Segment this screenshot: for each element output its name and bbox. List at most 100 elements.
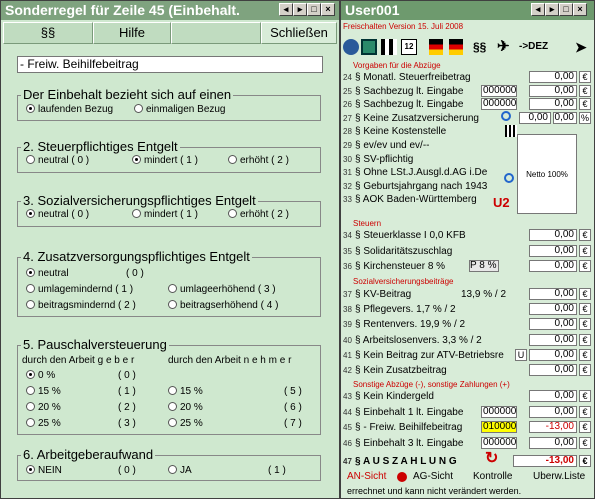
- radio-mindert[interactable]: mindert ( 1 ): [132, 155, 198, 166]
- opt-label: umlageerhöhend: [180, 284, 256, 295]
- group-title: 3. Sozialversicherungspflichtiges Entgel…: [21, 193, 258, 208]
- radio-icon: [168, 465, 177, 474]
- opt-label: 15 %: [38, 386, 61, 397]
- opt-label: NEIN: [38, 465, 62, 476]
- name-field[interactable]: - Freiw. Beihilfebeitrag: [17, 56, 323, 73]
- row-code[interactable]: 010000: [481, 421, 517, 433]
- radio-neutral[interactable]: neutral ( 0 ): [26, 209, 89, 220]
- radio-erhoeht[interactable]: erhöht ( 2 ): [228, 155, 289, 166]
- grid-icon[interactable]: [505, 125, 517, 137]
- eagle-icon[interactable]: ✈: [497, 37, 510, 57]
- opt-label: 25 %: [180, 418, 203, 429]
- dialog-title: Sonderregel für Zeile 45 (Einbehalt.: [5, 2, 240, 18]
- data-row: 27 § Keine Zusatzversicherung 0,00 0,00%: [343, 111, 593, 125]
- radio-neutral[interactable]: neutral: [26, 268, 69, 279]
- radio-an-2[interactable]: 20 %: [168, 402, 203, 413]
- min-icon[interactable]: ◂: [279, 3, 293, 16]
- refresh-icon[interactable]: ↻: [485, 451, 498, 467]
- radio-an-1[interactable]: 15 %: [168, 386, 203, 397]
- radio-nein[interactable]: NEIN: [26, 465, 62, 476]
- status-text: errechnet und kann nicht verändert werde…: [347, 486, 522, 496]
- row-code[interactable]: 000000: [481, 436, 517, 449]
- radio-ag-2[interactable]: 20 %: [26, 402, 61, 413]
- row-label: § Steuerklasse I 0,0 KFB: [355, 230, 466, 241]
- help-button[interactable]: Hilfe: [93, 22, 171, 44]
- row-label: § Arbeitslosenvers. 3,3 % / 2: [355, 334, 482, 346]
- radio-ja[interactable]: JA: [168, 465, 192, 476]
- an-sicht-button[interactable]: AN-Sicht: [347, 471, 386, 482]
- u-flag[interactable]: U: [515, 348, 527, 361]
- row-value: 0,00: [529, 364, 577, 376]
- currency-label: €: [579, 405, 591, 418]
- group-title: 4. Zusatzversorgungspflichtiges Entgelt: [21, 249, 252, 264]
- ag-sicht-button[interactable]: AG-Sicht: [413, 471, 453, 482]
- opt-label: mindert: [144, 155, 178, 166]
- kirchensteuer-tag[interactable]: P 8 %: [469, 260, 499, 272]
- radio-ag-1[interactable]: 15 %: [26, 386, 61, 397]
- row-number: 34: [343, 231, 352, 240]
- radio-laufend[interactable]: laufenden Bezug: [26, 104, 113, 115]
- radio-umlageerhoehend[interactable]: umlageerhöhend ( 3 ): [168, 284, 276, 295]
- row-code[interactable]: 000000: [481, 405, 517, 418]
- row-number: 41: [343, 350, 352, 360]
- radio-ag-3[interactable]: 25 %: [26, 418, 61, 429]
- globe-icon[interactable]: [343, 39, 359, 55]
- row-value: 0,00: [529, 229, 577, 241]
- row-label: § Einbehalt 3 lt. Eingabe: [355, 437, 464, 449]
- calc-icon[interactable]: [361, 39, 377, 55]
- radio-mindert[interactable]: mindert ( 1 ): [132, 209, 198, 220]
- close-icon[interactable]: ×: [573, 3, 587, 16]
- row-label: § Einbehalt 1 lt. Eingabe: [355, 406, 464, 418]
- radio-beitragserhoehend[interactable]: beitragserhöhend ( 4 ): [168, 300, 278, 311]
- opt-value: ( 6 ): [284, 402, 302, 413]
- max-icon[interactable]: ▸: [293, 3, 307, 16]
- menu-spacer: [171, 22, 261, 44]
- radio-ag-0[interactable]: 0 %: [26, 370, 55, 381]
- opt-value: ( 2 ): [118, 300, 136, 311]
- section-icon[interactable]: §§: [473, 37, 486, 57]
- search-icon[interactable]: [501, 111, 511, 121]
- opt-value: ( 1 ): [180, 209, 198, 220]
- max-icon[interactable]: ▸: [545, 3, 559, 16]
- opt-value: ( 0 ): [118, 465, 136, 476]
- opt-value: ( 0 ): [126, 268, 144, 279]
- radio-erhoeht[interactable]: erhöht ( 2 ): [228, 209, 289, 220]
- row-label: § - Freiw. Beihilfebeitrag: [355, 422, 463, 433]
- flag-de-icon[interactable]: [449, 39, 463, 55]
- min-icon[interactable]: ◂: [531, 3, 545, 16]
- radio-umlagemindernd[interactable]: umlagemindernd ( 1 ): [26, 284, 133, 295]
- opt-label: JA: [180, 465, 192, 476]
- restore-icon[interactable]: □: [307, 3, 321, 16]
- restore-icon[interactable]: □: [559, 3, 573, 16]
- grid-icon[interactable]: [381, 39, 397, 55]
- radio-einmalig[interactable]: einmaligen Bezug: [134, 104, 226, 115]
- row-value: 0,00: [529, 288, 577, 300]
- currency-label: €: [579, 390, 591, 402]
- radio-icon: [228, 209, 237, 218]
- opt-label: laufenden Bezug: [38, 104, 114, 115]
- kontrolle-button[interactable]: Kontrolle: [473, 471, 512, 482]
- radio-neutral[interactable]: neutral ( 0 ): [26, 155, 89, 166]
- calendar-icon[interactable]: 12: [401, 39, 417, 55]
- opt-value: ( 1 ): [118, 386, 136, 397]
- section-button[interactable]: §§: [3, 22, 93, 44]
- section-steuern: Steuern: [353, 219, 382, 228]
- currency-label: €: [579, 364, 591, 376]
- search-icon[interactable]: [504, 173, 514, 183]
- payroll-title: User001: [345, 2, 400, 18]
- arrow-right-icon[interactable]: ➤: [575, 37, 587, 57]
- radio-an-3[interactable]: 25 %: [168, 418, 203, 429]
- record-icon[interactable]: [397, 472, 407, 482]
- flag-de-icon[interactable]: [429, 39, 443, 55]
- row-label: § Kein Zusatzbeitrag: [355, 365, 447, 376]
- row-code[interactable]: 000000: [481, 84, 517, 97]
- close-button[interactable]: Schließen: [261, 22, 337, 44]
- radio-icon: [26, 209, 35, 218]
- netto-box: Netto 100%: [517, 134, 577, 214]
- dez-button[interactable]: ->DEZ: [519, 37, 548, 57]
- radio-beitragsmindernd[interactable]: beitragsmindernd ( 2 ): [26, 300, 136, 311]
- radio-icon: [26, 155, 35, 164]
- row-code[interactable]: 000000: [481, 98, 517, 111]
- close-icon[interactable]: ×: [321, 3, 335, 16]
- ueberweisung-button[interactable]: Uberw.Liste: [533, 471, 585, 482]
